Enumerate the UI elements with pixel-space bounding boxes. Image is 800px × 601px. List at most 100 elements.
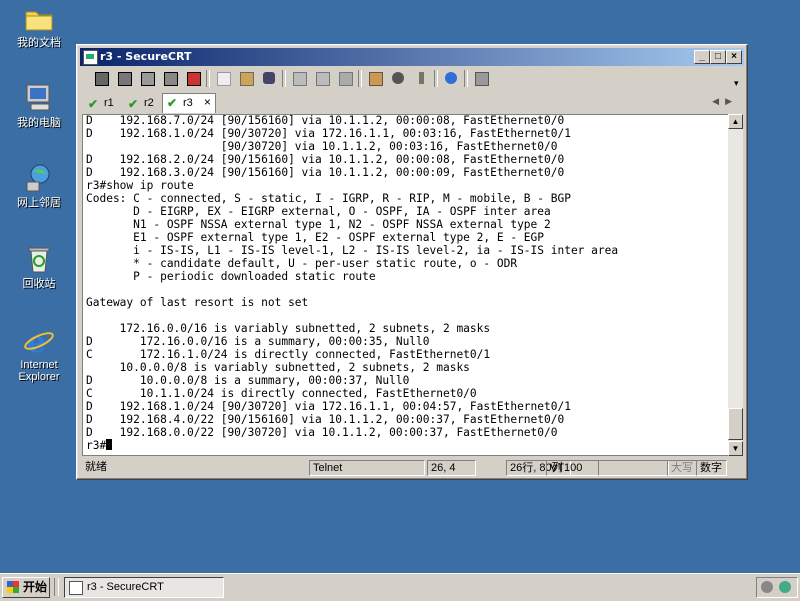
toolbar: ▾ [82, 68, 742, 90]
find-button[interactable] [260, 69, 278, 87]
sftp-icon [475, 72, 489, 86]
status-blank [598, 460, 669, 476]
scroll-down-icon[interactable]: ▼ [728, 441, 743, 456]
taskbar-item-securecrt[interactable]: r3 - SecureCRT [64, 577, 224, 598]
minimize-button[interactable]: _ [694, 50, 710, 64]
terminal-line: D 10.0.0.0/8 is a summary, 00:00:37, Nul… [86, 374, 410, 387]
tab-label: r2 [144, 97, 154, 109]
print-selection-icon [316, 72, 330, 86]
terminal-output[interactable]: D 192.168.7.0/24 [90/156160] via 10.1.1.… [82, 114, 730, 456]
terminal-line: D 192.168.2.0/24 [90/156160] via 10.1.1.… [86, 153, 565, 166]
connected-check-icon: ✔ [128, 97, 139, 111]
vertical-scrollbar[interactable]: ▲ ▼ [728, 114, 743, 456]
title-bar[interactable]: r3 - SecureCRT _ □ × [80, 48, 744, 66]
tab-close-button[interactable]: × [204, 95, 211, 109]
status-cursor-position: 26, 4 [427, 460, 476, 476]
print-button[interactable] [336, 69, 354, 87]
desktop-icon-label: 我的文档 [17, 37, 61, 49]
terminal-line: D 192.168.1.0/24 [90/30720] via 172.16.1… [86, 127, 571, 140]
terminal-line: D 172.16.0.0/16 is a summary, 00:00:35, … [86, 335, 430, 348]
paste-icon [240, 72, 254, 86]
gear-icon [392, 72, 404, 84]
sftp-button[interactable] [472, 69, 490, 87]
tab-r2[interactable]: ✔ r2 [124, 95, 158, 112]
desktop-icon-label: Internet Explorer [18, 359, 60, 383]
terminal-cursor [106, 439, 113, 450]
terminal-line: 10.0.0.0/8 is variably subnetted, 2 subn… [119, 361, 470, 374]
quick-connect-button[interactable] [115, 69, 133, 87]
scroll-thumb[interactable] [728, 408, 743, 440]
reconnect-icon [164, 72, 178, 86]
tab-scroll-arrows-icon[interactable]: ◀▶ [712, 96, 738, 107]
disconnect-icon [187, 72, 201, 86]
toolbar-overflow-icon[interactable]: ▾ [734, 78, 742, 88]
scroll-up-icon[interactable]: ▲ [728, 114, 743, 129]
terminal-line: D 192.168.1.0/24 [90/30720] via 172.16.1… [86, 400, 571, 413]
desktop-icon-my-computer[interactable]: 我的电脑 [8, 82, 70, 129]
print-selection-button[interactable] [313, 69, 331, 87]
taskbar-separator [54, 578, 59, 596]
key-icon [419, 72, 424, 84]
terminal-line: D 192.168.3.0/24 [90/156160] via 10.1.1.… [86, 166, 565, 179]
desktop-icon-network-places[interactable]: 网上邻居 [8, 162, 70, 209]
recycle-bin-icon [23, 243, 55, 275]
connect-icon [95, 72, 109, 86]
tray-speaker-icon[interactable] [761, 581, 773, 593]
connect-tab-button[interactable] [138, 69, 156, 87]
tab-r1[interactable]: ✔ r1 [84, 95, 118, 112]
binoculars-icon [263, 72, 275, 84]
status-emulation: VT100 [546, 460, 599, 476]
connected-check-icon: ✔ [167, 96, 178, 110]
tray-network-icon[interactable] [779, 581, 791, 593]
print-setup-button[interactable] [290, 69, 308, 87]
status-ready: 就绪 [85, 461, 107, 473]
session-options-button[interactable] [366, 69, 384, 87]
desktop-icon-my-documents[interactable]: 我的文档 [8, 2, 70, 49]
internet-explorer-icon: e [23, 324, 55, 360]
taskbar: 开始 r3 - SecureCRT [0, 573, 800, 601]
securecrt-window: r3 - SecureCRT _ □ × ▾ ✔ r1 ✔ r2 ✔ r3 × … [76, 44, 748, 480]
printer-icon [339, 72, 353, 86]
paste-button[interactable] [237, 69, 255, 87]
terminal-line: 172.16.0.0/16 is variably subnetted, 2 s… [119, 322, 491, 335]
connected-check-icon: ✔ [88, 97, 99, 111]
print-setup-icon [293, 72, 307, 86]
terminal-line: C 10.1.1.0/24 is directly connected, Fas… [86, 387, 477, 400]
desktop-icon-label: 我的电脑 [17, 117, 61, 129]
connect-button[interactable] [92, 69, 110, 87]
session-options-icon [369, 72, 383, 86]
terminal-text: D 192.168.7.0/24 [90/156160] via 10.1.1.… [86, 115, 619, 452]
status-protocol: Telnet [309, 460, 425, 476]
status-caps: 大写 [667, 460, 697, 476]
system-tray [756, 577, 798, 598]
network-icon [23, 162, 55, 194]
tab-r3[interactable]: ✔ r3 × [162, 93, 216, 113]
copy-button[interactable] [214, 69, 232, 87]
close-button[interactable]: × [726, 50, 742, 64]
taskbar-item-label: r3 - SecureCRT [87, 581, 164, 593]
securecrt-icon [69, 581, 83, 595]
desktop-icon-label: 回收站 [22, 278, 56, 290]
terminal-line: P - periodic downloaded static route [133, 270, 376, 283]
folder-connect-icon [141, 72, 155, 86]
desktop-icon-recycle-bin[interactable]: 回收站 [8, 243, 70, 290]
terminal-line: Codes: C - connected, S - static, I - IG… [86, 192, 571, 205]
help-button[interactable] [442, 69, 460, 87]
disconnect-button[interactable] [184, 69, 202, 87]
maximize-button[interactable]: □ [710, 50, 726, 64]
terminal-line: N1 - OSPF NSSA external type 1, N2 - OSP… [133, 218, 551, 231]
tab-label: r3 [183, 97, 193, 109]
keymap-button[interactable] [412, 69, 430, 87]
reconnect-button[interactable] [161, 69, 179, 87]
desktop-icon-label: 网上邻居 [17, 197, 61, 209]
folder-icon [23, 2, 55, 34]
terminal-line: E1 - OSPF external type 1, E2 - OSPF ext… [133, 231, 545, 244]
global-options-button[interactable] [389, 69, 407, 87]
terminal-line: i - IS-IS, L1 - IS-IS level-1, L2 - IS-I… [133, 244, 619, 257]
start-button[interactable]: 开始 [2, 577, 50, 598]
session-tabs: ✔ r1 ✔ r2 ✔ r3 × ◀▶ [82, 93, 742, 113]
terminal-line: r3#show ip route [86, 179, 194, 192]
desktop-icon-internet-explorer[interactable]: e Internet Explorer [8, 324, 70, 383]
windows-flag-icon [7, 581, 19, 593]
help-icon [445, 72, 457, 84]
